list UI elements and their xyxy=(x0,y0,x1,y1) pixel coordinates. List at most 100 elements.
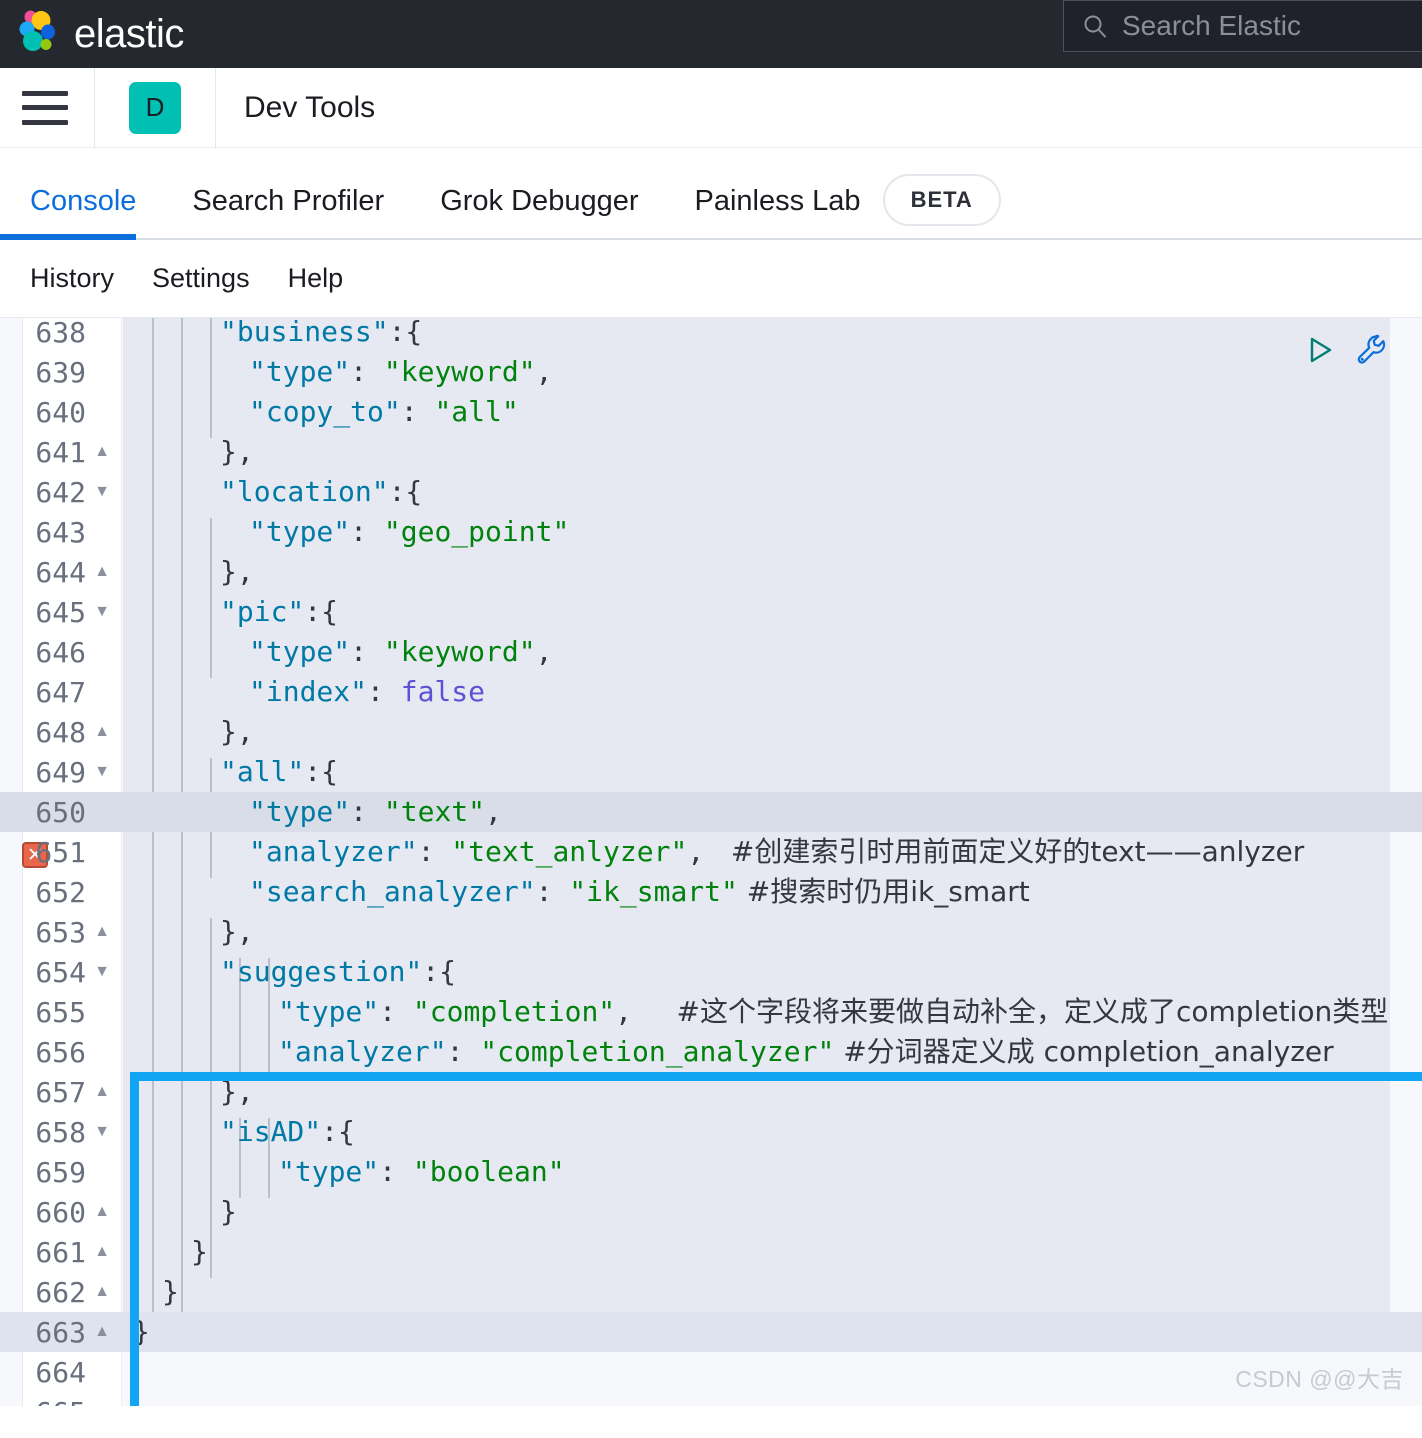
code-token: "type" xyxy=(249,795,351,828)
code-text[interactable]: "type": "keyword", xyxy=(249,352,552,392)
code-line-row[interactable]: 643 "type": "geo_point" xyxy=(0,512,1422,552)
menu-item-settings[interactable]: Settings xyxy=(152,263,250,294)
code-line-row[interactable]: 657 ▲}, xyxy=(0,1072,1422,1112)
code-text[interactable]: "type": "completion", #这个字段将来要做自动补全，定义成了… xyxy=(278,992,1388,1032)
code-token: : xyxy=(417,835,452,868)
fold-down-icon[interactable]: ▼ xyxy=(92,752,112,792)
code-line-row[interactable]: 650 "type": "text", xyxy=(0,792,1422,832)
search-input-placeholder[interactable]: Search Elastic xyxy=(1122,12,1301,40)
code-line-row[interactable]: 654 ▼ "suggestion":{ xyxy=(0,952,1422,992)
fold-down-icon[interactable]: ▼ xyxy=(92,592,112,632)
line-number: 658 xyxy=(35,1115,86,1149)
fold-up-icon[interactable]: ▲ xyxy=(92,1232,112,1272)
code-line-row[interactable]: 639 "type": "keyword", xyxy=(0,352,1422,392)
global-search-bar[interactable]: Search Elastic xyxy=(1063,0,1422,52)
code-text[interactable]: "all":{ xyxy=(220,752,338,792)
code-text[interactable]: "type": "boolean" xyxy=(278,1152,565,1192)
code-token: : xyxy=(379,1155,413,1188)
editor-action-icons[interactable] xyxy=(1302,332,1390,373)
wrench-icon[interactable] xyxy=(1354,332,1390,373)
code-line-row[interactable]: 659 "type": "boolean" xyxy=(0,1152,1422,1192)
code-line-row[interactable]: 647 "index": false xyxy=(0,672,1422,712)
code-text[interactable]: "search_analyzer": "ik_smart" #搜索时仍用ik_s… xyxy=(249,872,1030,912)
code-line-row[interactable]: 663 ▲} xyxy=(0,1312,1422,1352)
code-text[interactable]: }, xyxy=(220,552,254,592)
fold-down-icon[interactable]: ▼ xyxy=(92,952,112,992)
code-text[interactable]: }, xyxy=(220,432,254,472)
code-line-row[interactable]: 648 ▲}, xyxy=(0,712,1422,752)
code-line-row[interactable]: 656 "analyzer": "completion_analyzer" #分词… xyxy=(0,1032,1422,1072)
fold-up-icon[interactable]: ▲ xyxy=(92,712,112,752)
code-text[interactable]: "type": "keyword", xyxy=(249,632,552,672)
code-token: "completion" xyxy=(412,995,616,1028)
fold-down-icon[interactable]: ▼ xyxy=(92,472,112,512)
play-icon[interactable] xyxy=(1302,333,1336,372)
fold-up-icon[interactable]: ▲ xyxy=(92,552,112,592)
code-text[interactable]: "pic":{ xyxy=(220,592,338,632)
code-text[interactable]: "copy_to": "all" xyxy=(249,392,519,432)
code-text[interactable]: } xyxy=(133,1312,150,1352)
code-token: "all" xyxy=(220,755,305,788)
fold-up-icon[interactable]: ▲ xyxy=(92,1072,112,1112)
code-text[interactable]: "location":{ xyxy=(220,472,422,512)
code-line-row[interactable]: 662 ▲} xyxy=(0,1272,1422,1312)
code-text[interactable]: "analyzer": "text_anlyzer", #创建索引时用前面定义好… xyxy=(249,832,1304,872)
code-token: #搜索时仍用ik_smart xyxy=(737,875,1030,908)
fold-down-icon[interactable]: ▼ xyxy=(92,1112,112,1152)
code-text[interactable]: "isAD":{ xyxy=(220,1112,355,1152)
code-text[interactable]: } xyxy=(162,1272,179,1312)
fold-up-icon[interactable]: ▲ xyxy=(92,912,112,952)
code-line-row[interactable]: 664 xyxy=(0,1352,1422,1392)
code-line-row[interactable]: 661 ▲} xyxy=(0,1232,1422,1272)
code-text[interactable]: "business":{ xyxy=(220,318,422,352)
code-text[interactable]: "suggestion":{ xyxy=(220,952,456,992)
code-line-row[interactable]: 646 "type": "keyword", xyxy=(0,632,1422,672)
code-line-row[interactable]: 644 ▲}, xyxy=(0,552,1422,592)
code-text[interactable]: "analyzer": "completion_analyzer" #分词器定义… xyxy=(278,1032,1334,1072)
code-token: : xyxy=(350,795,384,828)
line-number: 639 xyxy=(35,355,86,389)
app-header: D Dev Tools xyxy=(0,67,1422,148)
code-line-row[interactable]: 640 "copy_to": "all" xyxy=(0,392,1422,432)
code-line-row[interactable]: 655 "type": "completion", #这个字段将来要做自动补全，定… xyxy=(0,992,1422,1032)
code-line-row[interactable]: 665 xyxy=(0,1392,1422,1407)
fold-up-icon[interactable]: ▲ xyxy=(92,1272,112,1312)
code-line-row[interactable]: 645 ▼ "pic":{ xyxy=(0,592,1422,632)
code-text[interactable]: }, xyxy=(220,912,254,952)
code-token: , xyxy=(485,795,502,828)
code-line-row[interactable]: ✕ 651 "analyzer": "text_anlyzer", #创建索引时用前… xyxy=(0,832,1422,872)
menu-item-history[interactable]: History xyxy=(30,263,114,294)
code-line-row[interactable]: 649 ▼ "all":{ xyxy=(0,752,1422,792)
menu-item-help[interactable]: Help xyxy=(288,263,344,294)
elastic-logo-icon xyxy=(14,10,62,58)
code-text[interactable]: }, xyxy=(220,1072,254,1112)
code-text[interactable]: }, xyxy=(220,712,254,752)
code-text[interactable]: } xyxy=(191,1232,208,1272)
line-number: 652 xyxy=(35,875,86,909)
code-lines[interactable]: 638 "business":{639 "type": "keyword", 640 "… xyxy=(0,318,1422,1406)
tab-console[interactable]: Console xyxy=(0,185,137,240)
code-line-row[interactable]: 652 "search_analyzer": "ik_smart" #搜索时仍用i… xyxy=(0,872,1422,912)
fold-up-icon[interactable]: ▲ xyxy=(92,1312,112,1352)
tab-search-profiler[interactable]: Search Profiler xyxy=(192,185,384,240)
code-line-row[interactable]: 660 ▲} xyxy=(0,1192,1422,1232)
code-text[interactable]: "type": "text", xyxy=(249,792,502,832)
code-line-row[interactable]: 642 ▼ "location":{ xyxy=(0,472,1422,512)
code-line-row[interactable]: 638 "business":{ xyxy=(0,318,1422,352)
code-text[interactable]: "type": "geo_point" xyxy=(249,512,569,552)
console-sub-menu: History Settings Help xyxy=(0,240,1422,318)
fold-up-icon[interactable]: ▲ xyxy=(92,432,112,472)
line-number: 647 xyxy=(35,675,86,709)
code-line-row[interactable]: 658 ▼ "isAD":{ xyxy=(0,1112,1422,1152)
code-text[interactable]: } xyxy=(220,1192,237,1232)
code-text[interactable]: "index": false xyxy=(249,672,485,712)
code-token: "pic" xyxy=(220,595,305,628)
tab-grok-debugger[interactable]: Grok Debugger xyxy=(440,185,638,240)
tab-painless-lab[interactable]: Painless Lab xyxy=(695,185,861,240)
hamburger-menu-icon[interactable] xyxy=(22,90,68,125)
code-line-row[interactable]: 653 ▲}, xyxy=(0,912,1422,952)
code-line-row[interactable]: 641 ▲}, xyxy=(0,432,1422,472)
line-number: 642 xyxy=(35,475,86,509)
fold-up-icon[interactable]: ▲ xyxy=(92,1192,112,1232)
console-editor[interactable]: 638 "business":{639 "type": "keyword", 640 "… xyxy=(0,318,1422,1406)
